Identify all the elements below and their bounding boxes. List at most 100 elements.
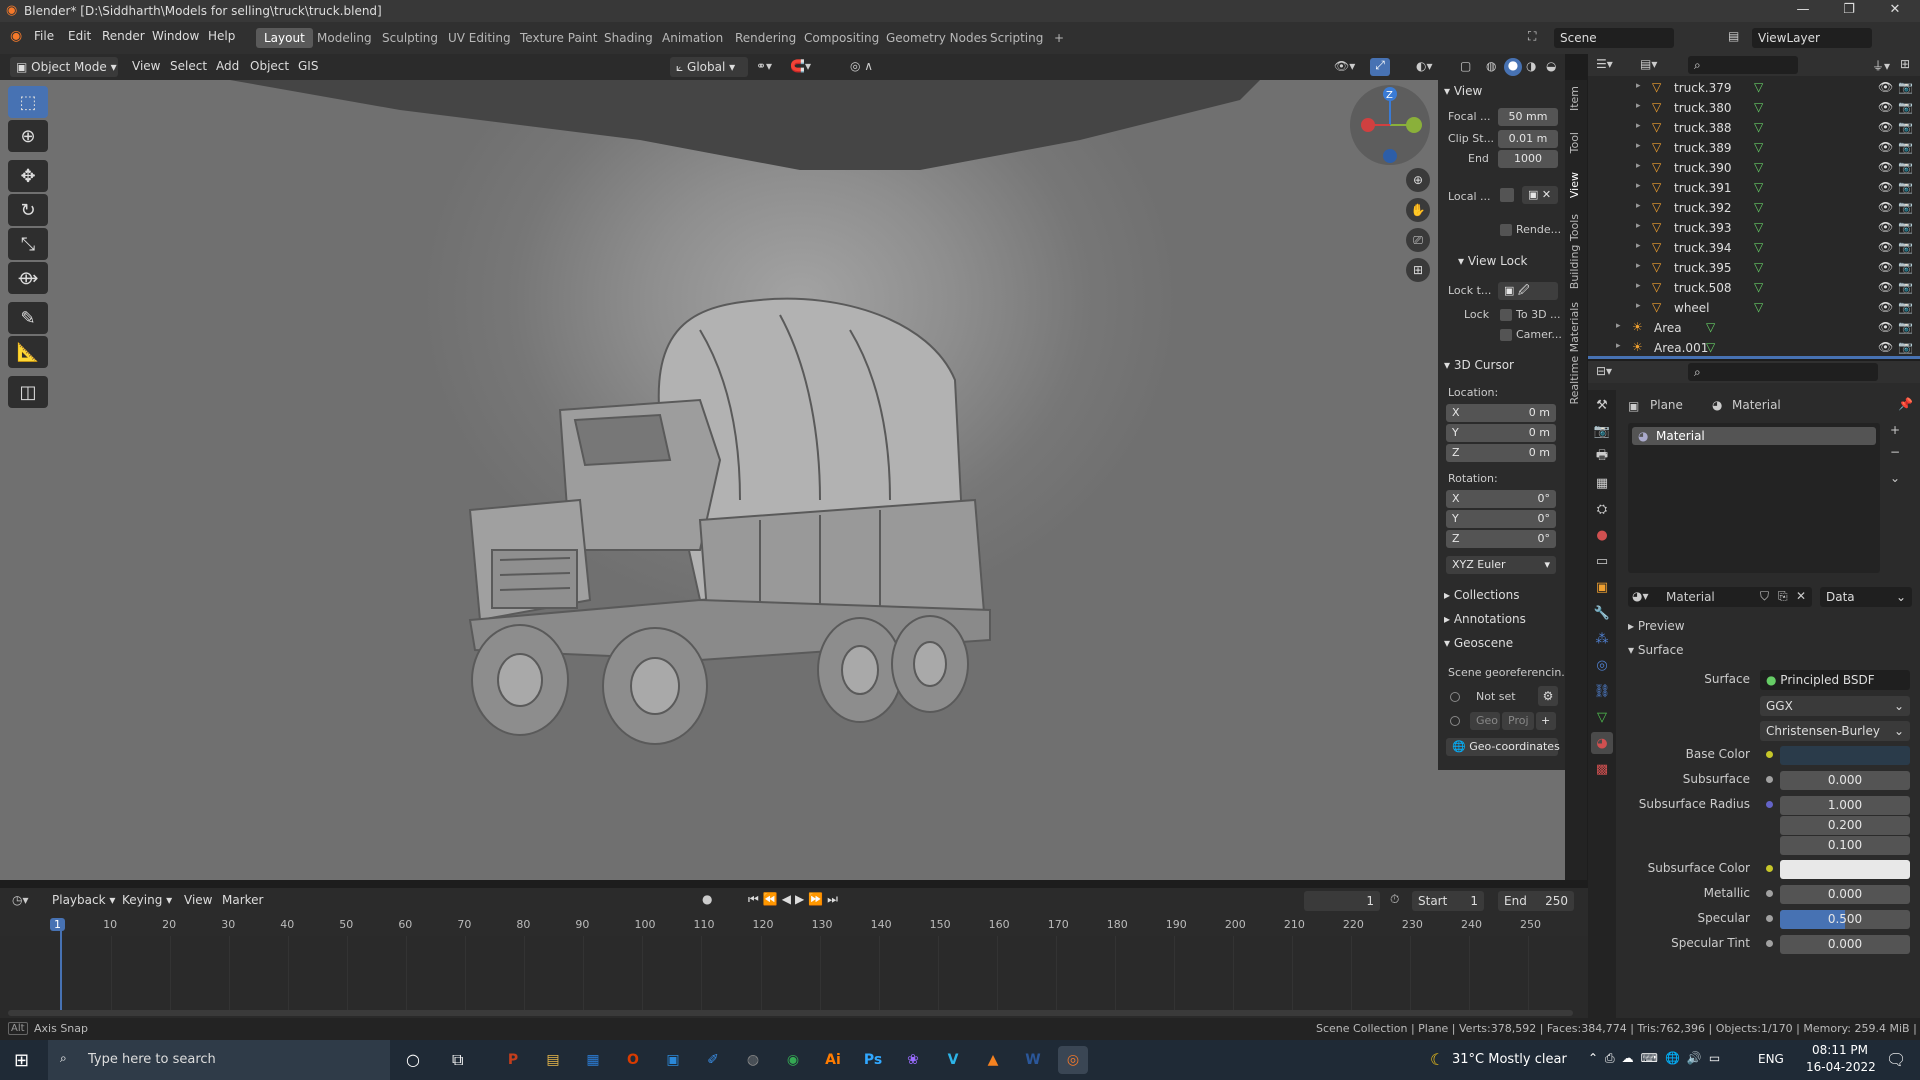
world-tab-icon[interactable]: ● <box>1591 524 1613 546</box>
tab-rendering[interactable]: Rendering <box>727 28 804 48</box>
camera-render-icon[interactable]: 📷 <box>1898 200 1913 214</box>
particles-tab-icon[interactable]: ⁂ <box>1591 628 1613 650</box>
scene-tab-icon[interactable]: ⛭ <box>1591 498 1613 520</box>
collections-header[interactable]: ▸ Collections <box>1444 588 1519 602</box>
outliner-row[interactable]: ▸ ▽ truck.390 ▽ 👁 📷 <box>1588 158 1920 178</box>
tab-tool[interactable]: Tool <box>1568 132 1581 153</box>
pivot-icon[interactable]: ⚭▾ <box>756 59 772 73</box>
menu-object[interactable]: Object <box>250 59 289 73</box>
material-datablock-field[interactable]: ◕▾ Material ⛉ ⎘ ✕ <box>1628 587 1812 607</box>
tab-uv-editing[interactable]: UV Editing <box>440 28 519 48</box>
local-camera-checkbox[interactable] <box>1500 188 1514 202</box>
outliner-row[interactable]: ▸ ▽ truck.393 ▽ 👁 📷 <box>1588 218 1920 238</box>
properties-search-input[interactable]: ⌕ <box>1688 363 1878 381</box>
timeline-editor-icon[interactable]: ◷▾ <box>12 893 29 907</box>
outliner-row[interactable]: ▸ ▽ truck.394 ▽ 👁 📷 <box>1588 238 1920 258</box>
camera-render-icon[interactable]: 📷 <box>1898 260 1913 274</box>
menu-edit[interactable]: Edit <box>68 29 91 43</box>
outliner-search-input[interactable]: ⌕ <box>1688 56 1798 74</box>
taskbar-app-icon[interactable]: ▤ <box>538 1046 568 1074</box>
view-layer-tab-icon[interactable]: ▦ <box>1591 472 1613 494</box>
camera-render-icon[interactable]: 📷 <box>1898 140 1913 154</box>
snap-icon[interactable]: 🧲▾ <box>790 59 811 73</box>
eye-visibility-icon[interactable]: 👁 <box>1878 80 1893 94</box>
taskbar-app-icon[interactable]: ▦ <box>578 1046 608 1074</box>
lock-camera-checkbox[interactable] <box>1500 329 1512 341</box>
taskbar-app-icon[interactable]: ◎ <box>1058 1046 1088 1074</box>
tab-compositing[interactable]: Compositing <box>796 28 887 48</box>
mode-selector[interactable]: ▣ Object Mode ▾ <box>10 57 118 77</box>
taskbar-app-icon[interactable]: ▲ <box>978 1046 1008 1074</box>
move-tool-icon[interactable]: ✥ <box>8 160 48 192</box>
taskbar-app-icon[interactable]: W <box>1018 1046 1048 1074</box>
expand-arrow-icon[interactable]: ▸ <box>1636 301 1641 311</box>
minimize-button[interactable]: — <box>1780 0 1826 22</box>
rendered-shading-icon[interactable]: ◒ <box>1546 59 1556 73</box>
taskbar-search-box[interactable]: ⌕ Type here to search <box>48 1040 390 1080</box>
surface-header[interactable]: ▾ Surface <box>1628 643 1684 657</box>
add-slot-icon[interactable]: + <box>1890 423 1900 437</box>
cursor-rotation-y[interactable]: Y 0° <box>1446 510 1556 528</box>
expand-arrow-icon[interactable]: ▸ <box>1636 261 1641 271</box>
tab-realtime-materials[interactable]: Realtime Materials <box>1568 302 1581 404</box>
weather-text[interactable]: 31°C Mostly clear <box>1452 1052 1567 1067</box>
subsurface-radius-z[interactable]: 0.100 <box>1780 836 1910 855</box>
eye-visibility-icon[interactable]: 👁 <box>1878 180 1893 194</box>
add-geo-button[interactable]: + <box>1536 712 1556 730</box>
physics-tab-icon[interactable]: ◎ <box>1591 654 1613 676</box>
gear-icon[interactable]: ⚙ <box>1538 686 1558 706</box>
menu-render[interactable]: Render <box>102 29 145 43</box>
zoom-icon[interactable]: ⊕ <box>1406 168 1430 192</box>
outliner-row[interactable]: ▸ ▽ truck.391 ▽ 👁 📷 <box>1588 178 1920 198</box>
expand-arrow-icon[interactable]: ▸ <box>1636 161 1641 171</box>
menu-view[interactable]: View <box>132 59 160 73</box>
xray-icon[interactable]: ▢ <box>1460 59 1471 73</box>
proportional-icon[interactable]: ◎ ∧ <box>850 59 873 73</box>
timeline-view-menu[interactable]: View <box>184 893 212 907</box>
local-camera-field[interactable]: ▣ ✕ <box>1522 186 1558 204</box>
material-shading-icon[interactable]: ◑ <box>1526 59 1536 73</box>
taskbar-app-icon[interactable]: O <box>618 1046 648 1074</box>
lock-to-object-field[interactable]: ▣ 🖉 <box>1498 282 1558 300</box>
timeline-scrollbar[interactable] <box>8 1010 1573 1016</box>
keying-menu[interactable]: Keying ▾ <box>122 893 172 907</box>
timeline[interactable]: 1 10 20 30 40 50 60 70 80 90 100 110 120 130 140 150 160… <box>0 914 1588 1026</box>
expand-arrow-icon[interactable]: ▸ <box>1636 221 1641 231</box>
browse-material-icon[interactable]: ◕▾ <box>1632 589 1649 603</box>
tab-geometry-nodes[interactable]: Geometry Nodes <box>878 28 995 48</box>
eye-visibility-icon[interactable]: 👁 <box>1878 300 1893 314</box>
outliner-row[interactable]: ▸ ▽ truck.388 ▽ 👁 📷 <box>1588 118 1920 138</box>
expand-arrow-icon[interactable]: ▸ <box>1636 121 1641 131</box>
language-indicator[interactable]: ENG <box>1758 1052 1784 1066</box>
3d-viewport[interactable]: Z ⊕ ✋ ⎚ ⊞ <box>0 80 1565 880</box>
eye-visibility-icon[interactable]: 👁 <box>1878 280 1893 294</box>
rotate-tool-icon[interactable]: ↻ <box>8 194 48 226</box>
tool-tab-icon[interactable]: ⚒ <box>1591 394 1613 416</box>
clip-start-field[interactable]: 0.01 m <box>1498 130 1558 148</box>
outliner-row[interactable]: ▸ ▽ wheel ▽ 👁 📷 <box>1588 298 1920 318</box>
fake-user-icon[interactable]: ⛉ <box>1760 589 1769 604</box>
preview-range-icon[interactable]: ⏱ <box>1390 892 1399 907</box>
camera-render-icon[interactable]: 📷 <box>1898 80 1913 94</box>
tab-shading[interactable]: Shading <box>596 28 661 48</box>
tab-layout[interactable]: Layout <box>256 28 313 48</box>
outliner-row[interactable]: ▸ ▽ truck.508 ▽ 👁 📷 <box>1588 278 1920 298</box>
eye-visibility-icon[interactable]: 👁 <box>1878 220 1893 234</box>
eye-visibility-icon[interactable]: 👁 <box>1878 100 1893 114</box>
camera-render-icon[interactable]: 📷 <box>1898 280 1913 294</box>
weather-icon[interactable]: ☾ <box>1430 1050 1444 1069</box>
frame-ruler[interactable]: 1 10 20 30 40 50 60 70 80 90 100 110 120 130 140 150 160… <box>0 914 1588 1016</box>
render-tab-icon[interactable]: 📷 <box>1591 420 1613 442</box>
marker-menu[interactable]: Marker <box>222 893 263 907</box>
texture-tab-icon[interactable]: ▩ <box>1591 758 1613 780</box>
cortana-icon[interactable]: ○ <box>406 1050 420 1069</box>
subsurface-method-dropdown[interactable]: Christensen-Burley ⌄ <box>1760 721 1910 741</box>
subsurface-color-swatch[interactable] <box>1780 860 1910 879</box>
geoscene-header[interactable]: ▾ Geoscene <box>1444 636 1513 650</box>
output-tab-icon[interactable]: 🖶 <box>1591 446 1613 468</box>
view-lock-header[interactable]: ▾ View Lock <box>1458 254 1528 268</box>
close-button[interactable]: ✕ <box>1872 0 1918 22</box>
visibility-icon[interactable]: 👁▾ <box>1334 59 1355 73</box>
add-cube-tool-icon[interactable]: ◫ <box>8 376 48 408</box>
orientation-selector[interactable]: ⟀ Global ▾ <box>670 57 748 77</box>
